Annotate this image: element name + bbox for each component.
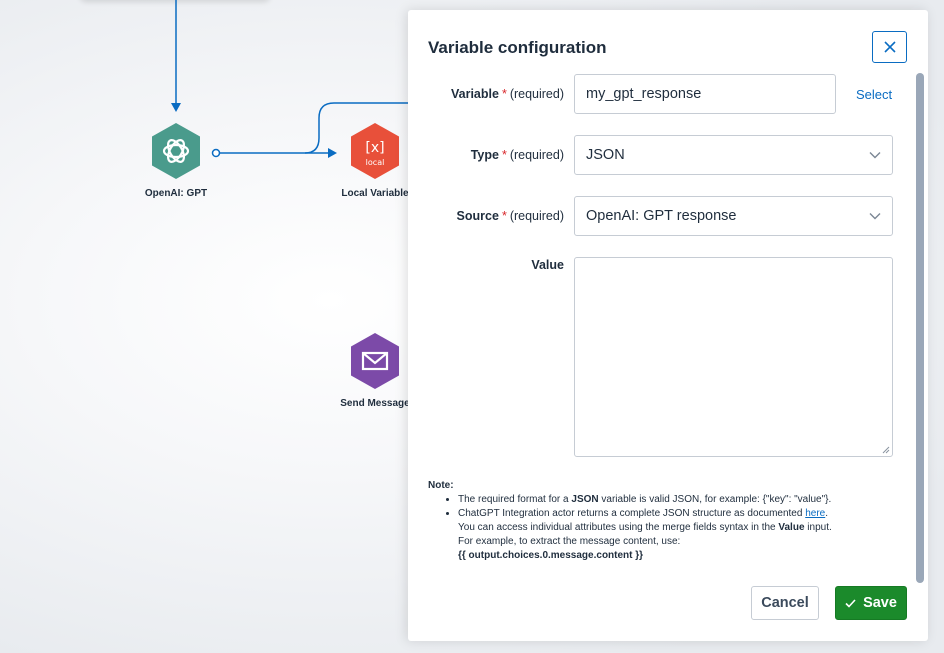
source-select[interactable]: OpenAI: GPT response — [574, 196, 893, 236]
required-text: (required) — [509, 209, 564, 223]
variable-label: Variable * (required) — [451, 87, 564, 101]
note-text: The required format for a — [458, 494, 572, 505]
note-bold: JSON — [571, 494, 599, 505]
note-text: input. — [804, 522, 832, 533]
close-button[interactable] — [872, 31, 907, 63]
chevron-down-icon — [869, 213, 881, 220]
checkmark-icon — [845, 598, 856, 608]
connector-lines — [171, 0, 408, 158]
type-select-value: JSON — [586, 147, 625, 163]
node-label: Send Message — [340, 398, 410, 409]
node-send-message[interactable]: Send Message — [340, 332, 410, 409]
merge-field-example: {{ output.choices.0.message.content }} — [458, 550, 644, 561]
envelope-icon — [351, 333, 399, 389]
required-marker: * — [501, 87, 507, 101]
node-openai-gpt[interactable]: OpenAI: GPT — [141, 122, 211, 199]
value-label-text: Value — [531, 258, 564, 272]
node-glyph: [x] — [365, 140, 384, 156]
node-label: Local Variable — [341, 188, 409, 199]
node-icon-text: local — [366, 158, 385, 167]
note-text: ChatGPT Integration actor returns a comp… — [458, 508, 806, 519]
variable-name-value: my_gpt_response — [586, 86, 702, 102]
note-line: For example, to extract the message cont… — [458, 536, 681, 547]
required-text: (required) — [509, 87, 564, 101]
required-marker: * — [501, 148, 507, 162]
openai-icon — [152, 123, 200, 179]
cancel-button[interactable]: Cancel — [751, 586, 819, 620]
save-button-label: Save — [863, 595, 897, 611]
source-label: Source * (required) — [457, 209, 564, 223]
save-button[interactable]: Save — [835, 586, 907, 620]
value-label: Value — [531, 258, 564, 272]
variable-configuration-panel: Variable configuration Variable * (require… — [408, 10, 928, 641]
resize-handle-icon[interactable] — [882, 446, 890, 454]
cancel-button-label: Cancel — [761, 595, 809, 611]
note-text: variable is valid JSON, for example: {"k… — [598, 494, 832, 505]
type-label: Type * (required) — [471, 148, 564, 162]
note-text: You can access individual attributes usi… — [458, 522, 779, 533]
close-icon — [883, 41, 896, 53]
required-text: (required) — [509, 148, 564, 162]
note-text: . — [825, 508, 828, 519]
select-variable-link[interactable]: Select — [856, 87, 892, 102]
panel-scrollbar[interactable] — [916, 73, 924, 583]
note-item-chatgpt: ChatGPT Integration actor returns a comp… — [458, 507, 898, 563]
source-label-text: Source — [456, 209, 499, 223]
type-select[interactable]: JSON — [574, 135, 893, 175]
source-select-value: OpenAI: GPT response — [586, 208, 737, 224]
panel-title: Variable configuration — [428, 38, 607, 57]
value-textarea[interactable] — [574, 257, 893, 457]
variable-name-input[interactable]: my_gpt_response — [574, 74, 836, 114]
chevron-down-icon — [869, 152, 881, 159]
type-label-text: Type — [470, 148, 499, 162]
note-list: The required format for a JSON variable … — [458, 493, 898, 563]
variable-icon: [x] local — [351, 123, 399, 179]
documentation-link[interactable]: here — [805, 508, 825, 519]
variable-label-text: Variable — [450, 87, 499, 101]
note-item-json-format: The required format for a JSON variable … — [458, 493, 898, 507]
node-label: OpenAI: GPT — [144, 188, 208, 199]
note-line: You can access individual attributes usi… — [458, 521, 898, 535]
required-marker: * — [501, 209, 507, 223]
help-note: Note: The required format for a JSON var… — [428, 479, 898, 563]
note-title: Note: — [428, 480, 454, 491]
node-local-variable[interactable]: [x] local Local Variable — [340, 122, 410, 199]
note-bold: Value — [778, 522, 805, 533]
